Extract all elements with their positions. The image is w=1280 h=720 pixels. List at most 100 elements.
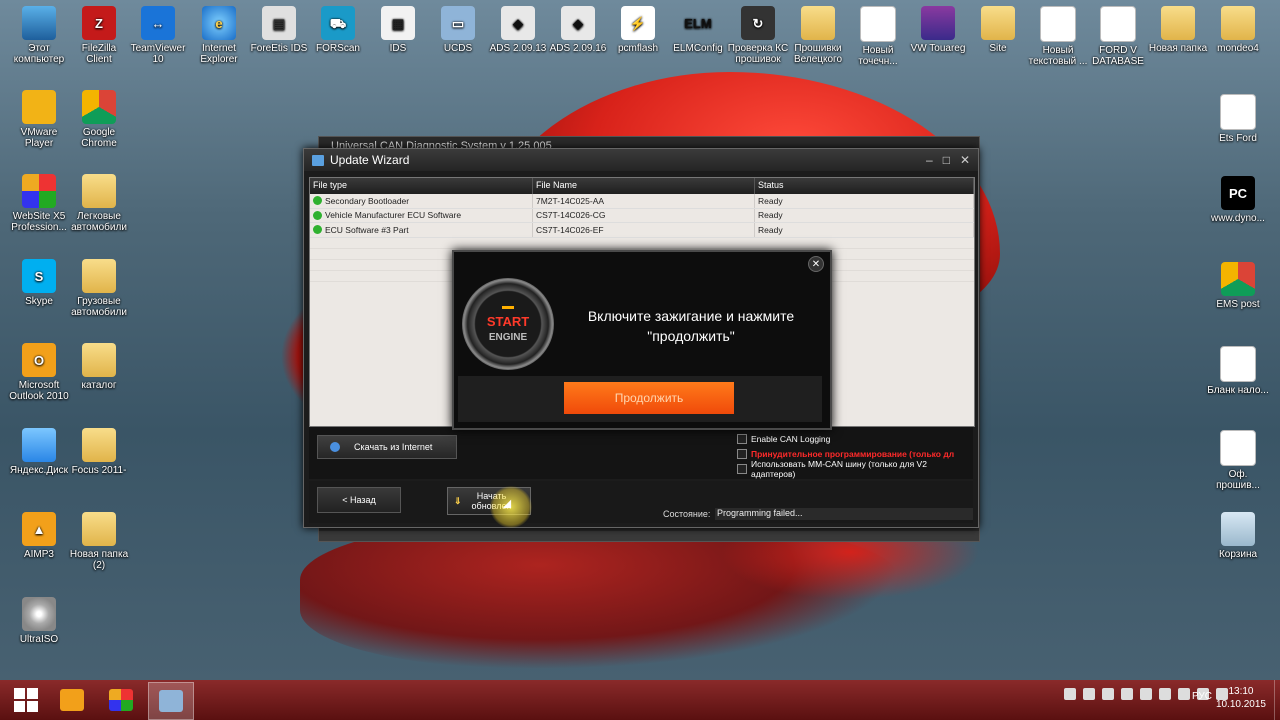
ignition-dialog[interactable]: ✕ START ENGINE Включите зажигание и нажм… [452, 250, 832, 430]
desktop-icon-forscan[interactable]: ⛟ FORScan [307, 6, 369, 54]
mm-can-checkbox[interactable]: Использовать MM-CAN шину (только для V2 … [737, 459, 973, 479]
ucds-icon: ▭ [441, 6, 475, 40]
desktop-icon-ads-2-09-13[interactable]: ◈ ADS 2.09.13 [487, 6, 549, 54]
ucds-window-footer [319, 531, 979, 541]
desktop-icon-foretis[interactable]: ▤ ForeEtis IDS [248, 6, 310, 54]
enable-can-logging-checkbox[interactable]: Enable CAN Logging [737, 431, 973, 446]
ie-tray-icon[interactable] [1064, 688, 1076, 700]
desktop-icon-skype[interactable]: S Skype [8, 259, 70, 307]
desktop-icon-vw-touareg[interactable]: VW Touareg [907, 6, 969, 54]
desktop-icon-veletsky-folder[interactable]: Прошивки Велецкого [787, 6, 849, 65]
network-tray-icon[interactable] [1121, 688, 1133, 700]
desktop-icon-focus-folder[interactable]: Focus 2011- [68, 428, 130, 476]
desktop-icon-vmware[interactable]: VMware Player [8, 90, 70, 149]
desktop-icon-dyno[interactable]: PC www.dyno... [1207, 176, 1269, 224]
chrome-icon [1221, 262, 1255, 296]
wizard-title-bar[interactable]: Update Wizard – □ ✕ [304, 149, 978, 171]
table-row[interactable]: Secondary Bootloader 7M2T-14C025-AA Read… [310, 194, 974, 209]
desktop-icon-filezilla[interactable]: Z FileZilla Client [68, 6, 130, 65]
window-app-icon [312, 154, 324, 166]
foretis-icon: ▤ [262, 6, 296, 40]
filezilla-icon: Z [82, 6, 116, 40]
document-icon [1220, 346, 1256, 382]
desktop-icon-teamviewer[interactable]: ↔ TeamViewer 10 [127, 6, 189, 65]
desktop-icon-new-bitmap[interactable]: Новый точечн... [847, 6, 909, 67]
desktop-icon-ultraiso[interactable]: UltraISO [8, 597, 70, 645]
close-icon[interactable]: ✕ [960, 153, 970, 167]
column-header-file-name[interactable]: File Name [533, 178, 755, 194]
desktop-icon-internet-explorer[interactable]: e Internet Explorer [188, 6, 250, 65]
folder-icon [1221, 6, 1255, 40]
table-row[interactable]: Vehicle Manufacturer ECU Software CS7T-1… [310, 208, 974, 223]
desktop-icon-catalog-folder[interactable]: каталог [68, 343, 130, 391]
pcmflash-icon: ⚡ [621, 6, 655, 40]
check-icon [313, 225, 322, 235]
taskbar-outlook[interactable] [50, 682, 94, 718]
language-indicator[interactable]: РУС [1192, 691, 1212, 702]
back-button[interactable]: < Назад [317, 487, 401, 513]
desktop-icon-aimp[interactable]: ▲ AIMP3 [8, 512, 70, 560]
skype-tray-icon[interactable] [1083, 688, 1095, 700]
arrow-down-icon: ⇓ [454, 495, 462, 506]
checksum-icon: ↻ [741, 6, 775, 40]
desktop-icon-blank-tax[interactable]: Бланк нало... [1207, 346, 1269, 396]
vmware-icon [22, 90, 56, 124]
column-header-status[interactable]: Status [755, 178, 974, 194]
taskbar-website-x5[interactable] [99, 682, 143, 718]
windows-start-icon[interactable] [14, 688, 38, 712]
flag-icon[interactable] [1178, 688, 1190, 700]
wizard-title: Update Wizard [330, 153, 410, 167]
desktop-icon-elmconfig[interactable]: ELM ELMConfig [667, 6, 729, 55]
desktop-icon-website-x5[interactable]: WebSite X5 Profession... [8, 174, 70, 233]
continue-button[interactable]: Продолжить [564, 382, 734, 414]
folder-icon [82, 428, 116, 462]
desktop-icon-new-text[interactable]: Новый текстовый ... [1027, 6, 1089, 67]
download-from-internet-button[interactable]: Скачать из Internet [317, 435, 457, 459]
bluetooth-icon[interactable] [1159, 688, 1171, 700]
desktop-icon-ids[interactable]: ▦ IDS [367, 6, 429, 54]
taskbar-ucds[interactable] [148, 682, 194, 720]
desktop-icon-official-firmware[interactable]: Оф. прошив... [1207, 430, 1269, 491]
desktop-icon-ets-ford[interactable]: Ets Ford [1207, 94, 1269, 144]
desktop-icon-new-folder-2[interactable]: Новая папка (2) [68, 512, 130, 571]
desktop-icon-new-folder[interactable]: Новая папка [1147, 6, 1209, 54]
close-icon[interactable]: ✕ [808, 256, 824, 272]
desktop-icon-mondeo4[interactable]: mondeo4 [1207, 6, 1269, 54]
taskbar: РУС 13:10 10.10.2015 [0, 680, 1280, 720]
ultraiso-icon [22, 597, 56, 631]
globe-icon [330, 442, 340, 452]
outlook-icon [60, 689, 84, 711]
status-label: Состояние: [663, 509, 711, 519]
desktop-icon-pcmflash[interactable]: ⚡ pcmflash [607, 6, 669, 54]
desktop-icon-chrome[interactable]: Google Chrome [68, 90, 130, 149]
maximize-icon[interactable]: □ [943, 153, 950, 167]
desktop-icon-outlook[interactable]: O Microsoft Outlook 2010 [8, 343, 70, 402]
taskbar-clock[interactable]: 13:10 10.10.2015 [1216, 685, 1266, 711]
folder-tray-icon[interactable] [1102, 688, 1114, 700]
aimp-icon: ▲ [22, 512, 56, 546]
check-icon [313, 210, 322, 220]
folder-icon [82, 343, 116, 377]
file-icon [1100, 6, 1136, 42]
dialog-button-bar: Продолжить [458, 376, 822, 422]
show-desktop-button[interactable] [1274, 680, 1280, 720]
desktop-icon-recycle-bin[interactable]: Корзина [1207, 512, 1269, 560]
desktop-icon-checksum[interactable]: ↻ Проверка КС прошивок [727, 6, 789, 65]
desktop-icon-ucds[interactable]: ▭ UCDS [427, 6, 489, 54]
desktop-icon-yandex-disk[interactable]: Яндекс.Диск [8, 428, 70, 476]
desktop-icon-ems-post[interactable]: EMS post [1207, 262, 1269, 310]
ads-icon: ◈ [561, 6, 595, 40]
desktop-icon-ford-database[interactable]: FORD V DATABASE [1087, 6, 1149, 67]
table-row[interactable]: ECU Software #3 Part CS7T-14C026-EF Read… [310, 223, 974, 238]
desktop-icon-cars-folder[interactable]: Легковые автомобили [68, 174, 130, 233]
windows-tray-icon[interactable] [1140, 688, 1152, 700]
column-header-file-type[interactable]: File type [310, 178, 533, 194]
desktop-icon-this-pc[interactable]: Этот компьютер [8, 6, 70, 65]
desktop-icon-site[interactable]: Site [967, 6, 1029, 54]
internet-explorer-icon: e [202, 6, 236, 40]
desktop-icon-ads-2-09-16[interactable]: ◈ ADS 2.09.16 [547, 6, 609, 54]
desktop-icon-trucks-folder[interactable]: Грузовые автомобили [68, 259, 130, 318]
text-file-icon [1040, 6, 1076, 42]
computer-icon [22, 6, 56, 40]
minimize-icon[interactable]: – [926, 153, 933, 167]
